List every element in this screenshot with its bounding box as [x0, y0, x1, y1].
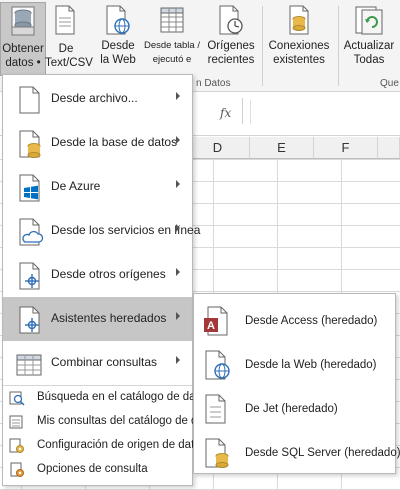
- menu-item-from-file[interactable]: Desde archivo...: [3, 77, 192, 121]
- menu-item-from-azure[interactable]: De Azure: [3, 165, 192, 209]
- legacy-wizards-submenu: A Desde Access (heredado) Desde la Web (…: [193, 293, 400, 474]
- from-table-button[interactable]: Desde tabla / ejecutó e: [143, 2, 201, 76]
- refresh-icon: [355, 6, 383, 35]
- get-data-button[interactable]: Obtener datos •: [0, 2, 46, 76]
- menu-item-label: De Azure: [51, 179, 101, 193]
- database-icon: [11, 6, 35, 36]
- submenu-item-label: De Jet (heredado): [245, 403, 338, 415]
- catalog-queries-icon: [9, 415, 23, 429]
- get-data-menu: Desde archivo... Desde la base de datos …: [2, 74, 219, 486]
- ribbon-button-label: Obtener datos •: [2, 43, 44, 69]
- submenu-arrow-icon: [176, 268, 180, 276]
- menu-item-label: Configuración de origen de datos: [37, 439, 207, 451]
- menu-item-query-options[interactable]: Opciones de consulta: [3, 459, 192, 481]
- submenu-arrow-icon: [176, 136, 180, 144]
- database-file-icon: [19, 130, 41, 158]
- column-header-d[interactable]: D: [186, 137, 250, 159]
- menu-item-label: Mis consultas del catálogo de datos: [37, 415, 220, 427]
- catalog-search-icon: [9, 391, 25, 406]
- submenu-arrow-icon: [176, 224, 180, 232]
- text-file-icon: [55, 5, 75, 35]
- data-source-settings-icon: [9, 438, 24, 453]
- menu-item-catalog-queries[interactable]: Mis consultas del catálogo de datos: [3, 411, 219, 433]
- cloud-file-icon: [19, 218, 44, 246]
- ribbon-separator: [262, 6, 263, 86]
- submenu-item-from-web-legacy[interactable]: Desde la Web (heredado): [194, 342, 395, 386]
- ribbon-button-label: Actualizar Todas: [343, 40, 395, 66]
- menu-divider: [3, 385, 192, 386]
- formula-bar-separator: [242, 98, 243, 124]
- submenu-item-from-access[interactable]: A Desde Access (heredado): [194, 298, 395, 342]
- refresh-all-button[interactable]: Actualizar Todas: [341, 2, 397, 76]
- submenu-item-from-sql-server[interactable]: Desde SQL Server (heredado): [194, 430, 400, 474]
- table-icon: [160, 7, 184, 33]
- menu-item-label: Desde la base de datos: [51, 135, 178, 149]
- ribbon-separator: [338, 6, 339, 86]
- submenu-item-label: Desde la Web (heredado): [245, 359, 377, 371]
- submenu-item-label: Desde SQL Server (heredado): [245, 447, 400, 459]
- azure-file-icon: [19, 174, 40, 202]
- submenu-item-from-jet[interactable]: De Jet (heredado): [194, 386, 395, 430]
- column-header-e[interactable]: E: [250, 137, 314, 159]
- submenu-arrow-icon: [176, 92, 180, 100]
- access-icon: A: [204, 306, 228, 336]
- function-icon[interactable]: fx: [220, 106, 231, 120]
- jet-file-icon: [205, 394, 226, 424]
- menu-item-combine-queries[interactable]: Combinar consultas: [3, 341, 192, 385]
- menu-item-label: Opciones de consulta: [37, 463, 148, 475]
- other-sources-file-icon: [19, 262, 40, 290]
- group-label-queries: Que: [380, 78, 399, 89]
- menu-item-label: Desde otros orígenes: [51, 267, 166, 281]
- legacy-wizards-icon: [19, 306, 40, 334]
- combine-queries-icon: [16, 354, 42, 376]
- menu-item-catalog-search[interactable]: Búsqueda en el catálogo de datos: [3, 387, 211, 409]
- recent-sources-button[interactable]: Orígenes recientes: [205, 2, 257, 76]
- menu-item-label: Búsqueda en el catálogo de datos: [37, 391, 211, 403]
- menu-item-label: Desde archivo...: [51, 91, 138, 105]
- column-header[interactable]: [378, 137, 400, 159]
- submenu-arrow-icon: [176, 312, 180, 320]
- submenu-arrow-icon: [176, 180, 180, 188]
- sql-server-icon: [205, 438, 229, 468]
- formula-input[interactable]: [250, 100, 396, 124]
- existing-connections-button[interactable]: Conexiones existentes: [266, 2, 332, 76]
- menu-item-data-source-settings[interactable]: Configuración de origen de datos: [3, 435, 206, 457]
- ribbon-button-label: Conexiones existentes: [268, 40, 330, 66]
- menu-item-legacy-wizards[interactable]: Asistentes heredados: [3, 297, 192, 341]
- existing-connections-icon: [289, 5, 309, 35]
- submenu-arrow-icon: [176, 356, 180, 364]
- menu-item-from-online-services[interactable]: Desde los servicios en línea: [3, 209, 200, 253]
- web-page-icon: [106, 5, 130, 35]
- ribbon-button-label: Desde tabla / ejecutó e: [144, 40, 200, 65]
- menu-item-label: Asistentes heredados: [51, 311, 167, 325]
- svg-text:A: A: [207, 320, 215, 332]
- column-header-f[interactable]: F: [314, 137, 378, 159]
- menu-item-label: Combinar consultas: [51, 355, 158, 369]
- recent-sources-icon: [219, 5, 243, 35]
- from-text-csv-label: De Text/CSV: [45, 43, 93, 69]
- group-label-get-transform: n Datos: [196, 78, 231, 89]
- web-legacy-icon: [205, 350, 230, 380]
- query-options-icon: [10, 462, 24, 477]
- submenu-item-label: Desde Access (heredado): [245, 315, 378, 327]
- from-web-button[interactable]: Desde la Web: [100, 2, 136, 76]
- menu-item-from-other-sources[interactable]: Desde otros orígenes: [3, 253, 192, 297]
- ribbon-button-label: Desde la Web: [100, 40, 136, 66]
- ribbon-button-label: Orígenes recientes: [207, 40, 255, 66]
- file-icon: [19, 86, 40, 114]
- menu-item-from-database[interactable]: Desde la base de datos: [3, 121, 192, 165]
